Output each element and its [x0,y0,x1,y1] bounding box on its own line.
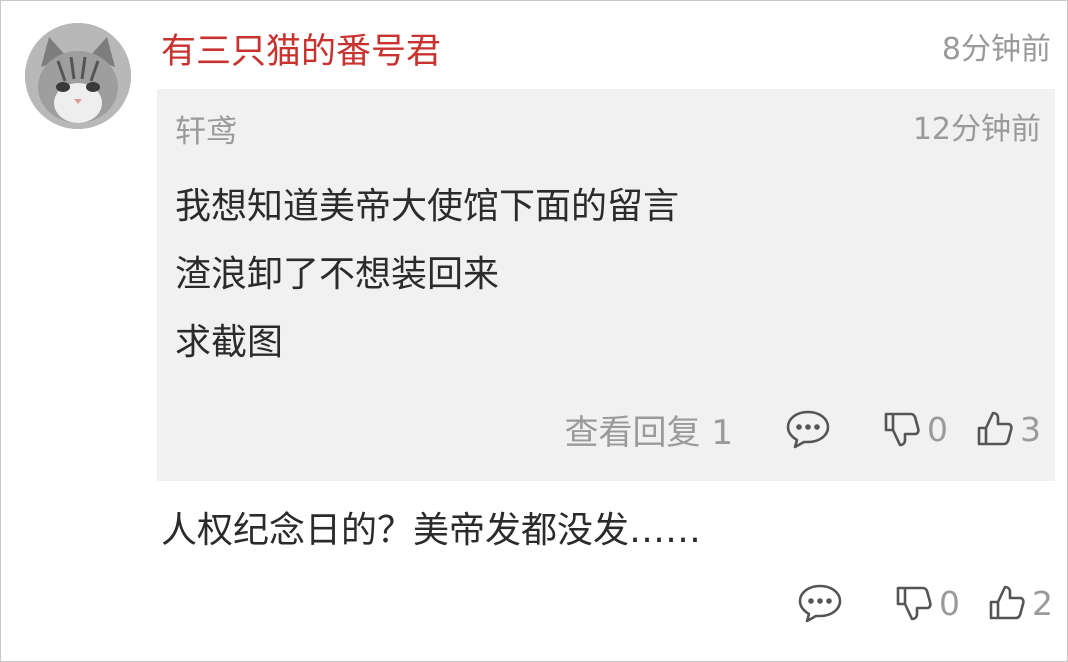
thumbs-down-icon [884,412,920,447]
thumbs-up-icon [989,585,1025,620]
comment-actions: 0 2 [797,573,1053,633]
quoted-text: 我想知道美帝大使馆下面的留言 渣浪卸了不想装回来 求截图 [175,173,679,377]
dislike-count: 0 [927,409,948,449]
speech-bubble-icon [786,410,830,449]
like-button[interactable]: 2 [988,584,1053,623]
dislike-count: 0 [939,583,960,623]
quoted-username[interactable]: 轩鸢 [175,109,237,155]
comment-card: 有三只猫的番号君 8分钟前 轩鸢 12分钟前 我想知道美帝大使馆下面的留言 渣浪… [0,0,1068,662]
like-count: 3 [1020,409,1041,449]
like-count: 2 [1032,583,1053,623]
comment-time: 8分钟前 [941,32,1051,67]
view-replies-link[interactable]: 查看回复 1 [565,405,733,454]
reply-button[interactable] [785,409,831,449]
thumbs-up-icon [977,411,1013,446]
dislike-button[interactable]: 0 [895,584,960,623]
quoted-text-line: 我想知道美帝大使馆下面的留言 [175,186,680,227]
like-button[interactable]: 3 [976,410,1041,449]
quoted-time: 12分钟前 [912,112,1041,147]
quoted-text-line: 求截图 [175,322,284,363]
thumbs-down-icon [896,586,932,621]
comment-text: 人权纪念日的？美帝发都没发…… [161,510,702,551]
quoted-text-line: 渣浪卸了不想装回来 [175,254,500,295]
dislike-button[interactable]: 0 [883,410,948,449]
username[interactable]: 有三只猫的番号君 [161,27,441,77]
speech-bubble-icon [798,584,842,623]
reply-button[interactable] [797,583,843,623]
avatar[interactable] [25,23,131,129]
quoted-actions: 查看回复 1 0 3 [565,399,1041,459]
quoted-comment: 轩鸢 12分钟前 我想知道美帝大使馆下面的留言 渣浪卸了不想装回来 求截图 查看… [157,89,1055,481]
